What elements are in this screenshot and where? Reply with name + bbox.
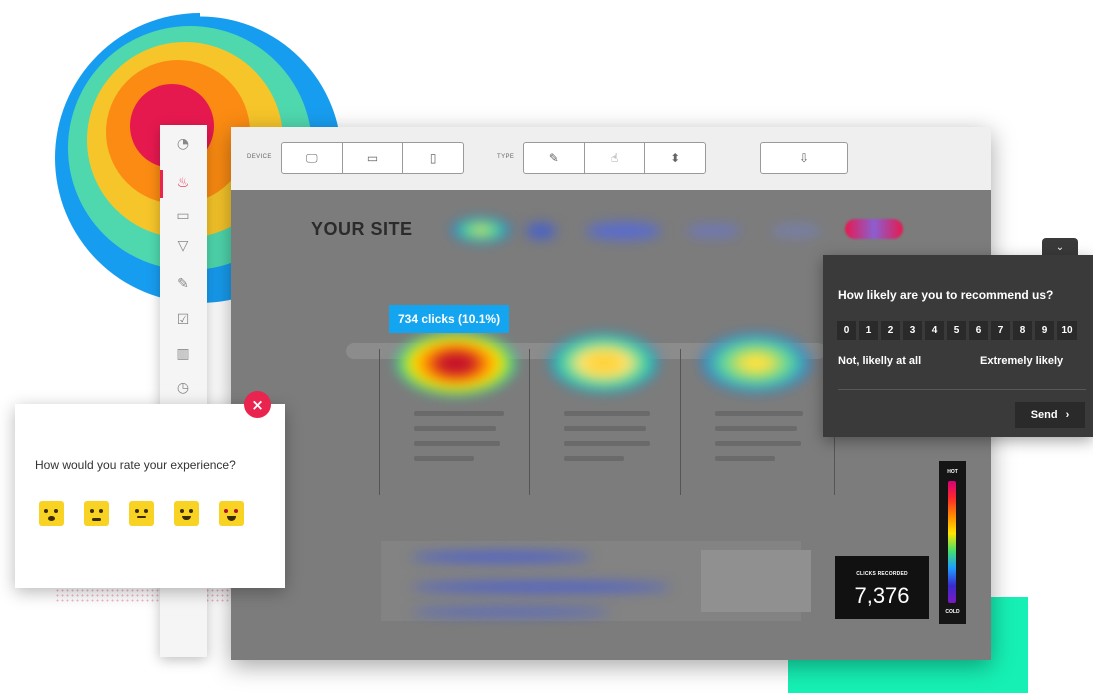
rating-popup: How would you rate your experience? — [15, 404, 285, 588]
move-type-button[interactable]: ☝ — [585, 143, 646, 173]
mobile-device-button[interactable]: ▯ — [403, 143, 463, 173]
text-line — [715, 441, 801, 446]
type-label: TYPE — [497, 154, 515, 160]
reports-icon[interactable]: ▥ — [172, 343, 194, 365]
love-emoji-button[interactable] — [219, 501, 244, 526]
send-label: Send — [1030, 409, 1058, 421]
sad-emoji-button[interactable] — [84, 501, 109, 526]
toolbar: DEVICE 🖵 ▭ ▯ TYPE ✎ ☝ ⬍ ⇩ — [231, 127, 991, 190]
send-button[interactable]: Send › — [1015, 402, 1085, 428]
nav-heat-blob — [771, 224, 821, 238]
cold-label: COLD — [945, 609, 960, 615]
funnels-icon[interactable]: ▽ — [172, 235, 194, 257]
scroll-icon: ⬍ — [670, 151, 681, 165]
text-line — [414, 441, 500, 446]
bottom-heat-blob — [411, 582, 671, 592]
nps-score-option[interactable]: 4 — [925, 321, 944, 340]
decorative-dots — [55, 588, 235, 604]
chevron-down-icon: ⌄ — [1055, 242, 1065, 253]
type-button-group: ✎ ☝ ⬍ — [523, 142, 706, 174]
nav-heat-blob — [586, 222, 661, 240]
polls-icon[interactable]: ☑ — [172, 309, 194, 331]
bottom-heat-blob — [411, 608, 611, 616]
hand-icon: ☝ — [610, 151, 619, 165]
nav-heat-blob — [686, 224, 741, 238]
nps-score-option[interactable]: 2 — [881, 321, 900, 340]
heat-legend: HOT COLD — [939, 461, 966, 624]
site-logo: YOUR SITE — [311, 219, 413, 239]
nps-high-label: Extremely likely — [980, 355, 1064, 367]
clicks-recorded-box: CLICKS RECORDED 7,376 — [835, 556, 929, 619]
rating-question: How would you rate your experience? — [35, 458, 236, 472]
cta-heat-blob — [845, 219, 903, 239]
card-heat-blob — [549, 333, 659, 393]
dashboard-icon[interactable]: ◔ — [172, 133, 194, 155]
text-line — [414, 456, 474, 461]
history-icon[interactable]: ◷ — [172, 377, 194, 399]
active-indicator — [160, 170, 163, 198]
bottom-heat-blob — [411, 552, 591, 562]
nps-score-option[interactable]: 6 — [969, 321, 988, 340]
nps-score-option[interactable]: 1 — [859, 321, 878, 340]
nps-divider — [838, 389, 1086, 390]
close-icon: × — [251, 395, 264, 414]
neutral-emoji-button[interactable] — [129, 501, 154, 526]
happy-emoji-button[interactable] — [174, 501, 199, 526]
rating-options — [39, 501, 244, 526]
heatmap-icon[interactable]: ♨ — [172, 172, 194, 194]
desktop-icon: 🖵 — [306, 150, 318, 165]
forms-icon[interactable]: ✎ — [172, 273, 194, 295]
download-button[interactable]: ⇩ — [760, 142, 848, 174]
chevron-right-icon: › — [1065, 409, 1070, 421]
text-line — [564, 441, 650, 446]
card-heat-blob — [701, 333, 811, 393]
clicks-type-button[interactable]: ✎ — [524, 143, 585, 173]
text-line — [715, 456, 775, 461]
nps-low-label: Not, likelly at all — [838, 355, 922, 367]
tablet-device-button[interactable]: ▭ — [343, 143, 404, 173]
nps-score-option[interactable]: 3 — [903, 321, 922, 340]
text-line — [564, 426, 646, 431]
text-line — [715, 426, 797, 431]
text-line — [564, 456, 624, 461]
device-button-group: 🖵 ▭ ▯ — [281, 142, 464, 174]
bottom-image-placeholder — [701, 550, 811, 612]
nps-score-option[interactable]: 10 — [1057, 321, 1077, 340]
pointer-icon: ✎ — [548, 151, 559, 165]
text-line — [715, 411, 803, 416]
close-rating-button[interactable]: × — [244, 391, 271, 418]
nps-question: How likely are you to recommend us? — [838, 288, 1054, 302]
text-line — [414, 411, 504, 416]
nps-score-option[interactable]: 8 — [1013, 321, 1032, 340]
nps-scale: 0 1 2 3 4 5 6 7 8 9 10 — [837, 321, 1080, 340]
angry-emoji-button[interactable] — [39, 501, 64, 526]
text-line — [564, 411, 650, 416]
click-tooltip: 734 clicks (10.1%) — [389, 305, 510, 333]
nps-score-option[interactable]: 0 — [837, 321, 856, 340]
nps-score-option[interactable]: 7 — [991, 321, 1010, 340]
mobile-icon: ▯ — [429, 151, 437, 165]
heat-gradient-bar — [948, 481, 956, 603]
desktop-device-button[interactable]: 🖵 — [282, 143, 343, 173]
nps-score-option[interactable]: 5 — [947, 321, 966, 340]
cloud-download-icon: ⇩ — [798, 151, 810, 165]
column-divider — [379, 349, 380, 495]
clicks-recorded-value: 7,376 — [854, 583, 910, 608]
tablet-icon: ▭ — [366, 151, 379, 165]
hot-label: HOT — [947, 469, 958, 475]
nav-heat-blob — [526, 223, 556, 239]
text-line — [414, 426, 496, 431]
device-label: DEVICE — [247, 154, 272, 160]
column-divider — [529, 349, 530, 495]
card-heat-blob-hot — [396, 331, 516, 396]
clicks-recorded-label: CLICKS RECORDED — [856, 571, 908, 577]
nps-survey: How likely are you to recommend us? 0 1 … — [823, 255, 1093, 437]
column-divider — [680, 349, 681, 495]
nps-score-option[interactable]: 9 — [1035, 321, 1054, 340]
recordings-icon[interactable]: ▭ — [172, 205, 194, 227]
nav-heat-blob — [451, 217, 511, 243]
scroll-type-button[interactable]: ⬍ — [645, 143, 705, 173]
